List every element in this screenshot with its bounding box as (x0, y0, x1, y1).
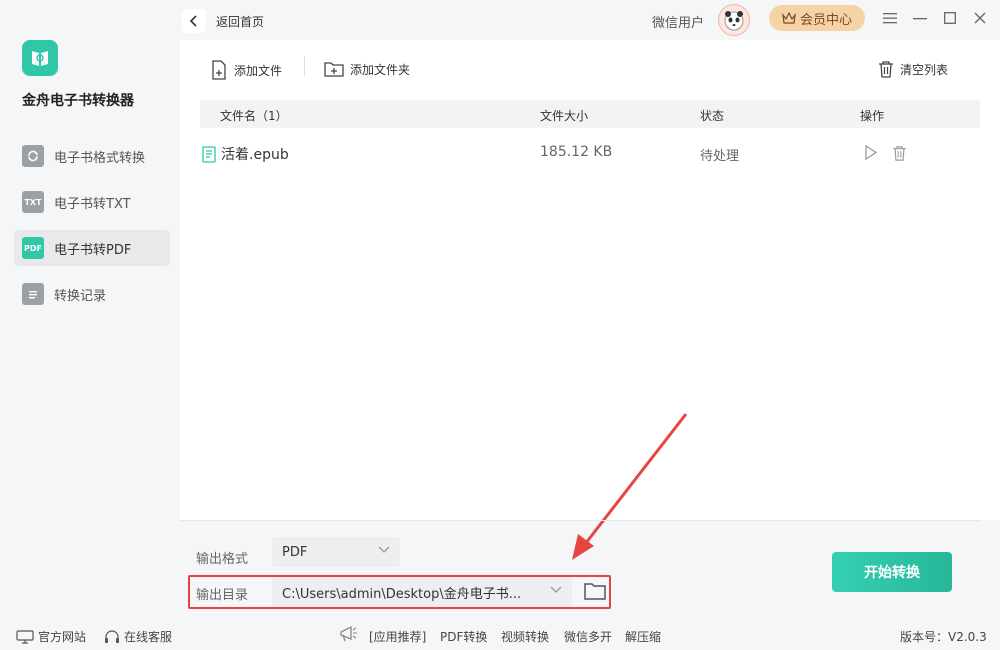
footer: 官方网站 在线客服 [应用推荐] PDF转换 视频转换 微信多开 解压缩 版本号… (0, 620, 1000, 650)
sidebar-item-label: 电子书转TXT (54, 196, 131, 212)
sidebar-item-format-convert[interactable]: 电子书格式转换 (14, 138, 170, 174)
clear-list-button[interactable]: 清空列表 (878, 60, 948, 78)
sidebar-item-label: 转换记录 (54, 288, 107, 304)
sidebar-item-label: 电子书格式转换 (54, 150, 146, 166)
chevron-down-icon (378, 546, 390, 553)
folder-icon (584, 583, 606, 600)
column-header-name: 文件名（1） (220, 109, 288, 123)
table-row[interactable]: 活着.epub 185.12 KB 待处理 (200, 138, 980, 168)
megaphone-icon (338, 625, 362, 643)
avatar[interactable] (718, 4, 750, 36)
output-format-label: 输出格式 (196, 552, 249, 567)
sidebar-nav: 电子书格式转换 TXT 电子书转TXT PDF 电子书转PDF 转换记录 (14, 138, 170, 322)
menu-button[interactable] (882, 10, 898, 26)
refresh-book-icon (22, 145, 44, 167)
file-size: 185.12 KB (540, 144, 613, 160)
add-file-icon (212, 60, 226, 80)
maximize-icon (944, 12, 956, 24)
output-format-select[interactable]: PDF (272, 537, 400, 567)
app-recommend-label[interactable]: [应用推荐] (369, 628, 426, 645)
add-file-button[interactable]: 添加文件 (210, 60, 282, 80)
online-support-link[interactable]: 在线客服 (104, 628, 172, 645)
column-header-actions: 操作 (860, 109, 885, 123)
footer-link-pdf-convert[interactable]: PDF转换 (440, 628, 487, 645)
browse-folder-button[interactable] (584, 581, 606, 605)
online-support-label: 在线客服 (124, 630, 173, 644)
output-dir-select[interactable]: C:\Users\admin\Desktop\金舟电子书... (272, 577, 572, 607)
footer-link-wechat-multi[interactable]: 微信多开 (564, 628, 612, 645)
column-header-status: 状态 (700, 109, 725, 123)
play-icon (865, 144, 878, 161)
output-format-value: PDF (282, 544, 308, 560)
app-name: 金舟电子书转换器 (22, 93, 134, 109)
output-settings: 输出格式 PDF 输出目录 C:\Users\admin\Desktop\金舟电… (180, 520, 980, 620)
official-website-label: 官方网站 (38, 630, 87, 644)
panda-avatar-icon (724, 11, 744, 31)
app-logo-icon (22, 40, 58, 76)
maximize-button[interactable] (942, 10, 958, 26)
close-button[interactable] (972, 10, 988, 26)
add-file-label: 添加文件 (234, 63, 283, 78)
add-folder-label: 添加文件夹 (350, 62, 411, 77)
footer-link-unzip[interactable]: 解压缩 (625, 628, 661, 645)
monitor-icon (16, 629, 34, 644)
toolbar-divider (304, 56, 305, 76)
back-link[interactable]: 返回首页 (216, 13, 264, 30)
txt-icon: TXT (22, 191, 44, 213)
output-dir-value: C:\Users\admin\Desktop\金舟电子书... (282, 586, 522, 602)
version-label: 版本号：V2.0.3 (900, 630, 987, 644)
minimize-icon (913, 18, 927, 20)
add-folder-icon (324, 62, 344, 77)
trash-icon (879, 61, 893, 78)
sidebar: 金舟电子书转换器 电子书格式转换 TXT 电子书转TXT PDF 电子书转PDF… (0, 0, 180, 620)
list-icon (22, 283, 44, 305)
start-convert-button[interactable]: 开始转换 (832, 552, 952, 592)
document-icon (202, 145, 216, 163)
sidebar-item-to-txt[interactable]: TXT 电子书转TXT (14, 184, 170, 220)
headset-icon (105, 629, 119, 643)
delete-row-button[interactable] (892, 145, 907, 165)
close-icon (974, 12, 986, 24)
chevron-left-icon (189, 15, 197, 27)
clear-list-label: 清空列表 (900, 62, 949, 77)
sidebar-item-label: 电子书转PDF (54, 242, 132, 258)
sidebar-item-history[interactable]: 转换记录 (14, 276, 170, 312)
footer-link-video-convert[interactable]: 视频转换 (501, 628, 549, 645)
hamburger-menu-icon (883, 13, 897, 24)
output-dir-label: 输出目录 (196, 588, 249, 603)
add-folder-button[interactable]: 添加文件夹 (324, 60, 410, 78)
chevron-down-icon (550, 586, 562, 593)
file-name-cell: 活着.epub (202, 144, 289, 164)
user-name[interactable]: 微信用户 (652, 12, 704, 31)
column-header-size: 文件大小 (540, 109, 589, 123)
sidebar-item-to-pdf[interactable]: PDF 电子书转PDF (14, 230, 170, 266)
pdf-icon: PDF (22, 237, 44, 259)
vip-center-button[interactable]: 会员中心 (769, 5, 865, 31)
crown-icon (782, 12, 796, 24)
trash-icon (893, 146, 906, 161)
back-button[interactable] (182, 9, 206, 33)
file-name: 活着.epub (221, 147, 289, 163)
table-header: 文件名（1） 文件大小 状态 操作 (200, 100, 980, 128)
minimize-button[interactable] (912, 10, 928, 26)
play-button[interactable] (864, 144, 878, 164)
official-website-link[interactable]: 官方网站 (16, 628, 86, 645)
file-status: 待处理 (700, 149, 740, 164)
vip-center-label: 会员中心 (799, 12, 852, 28)
